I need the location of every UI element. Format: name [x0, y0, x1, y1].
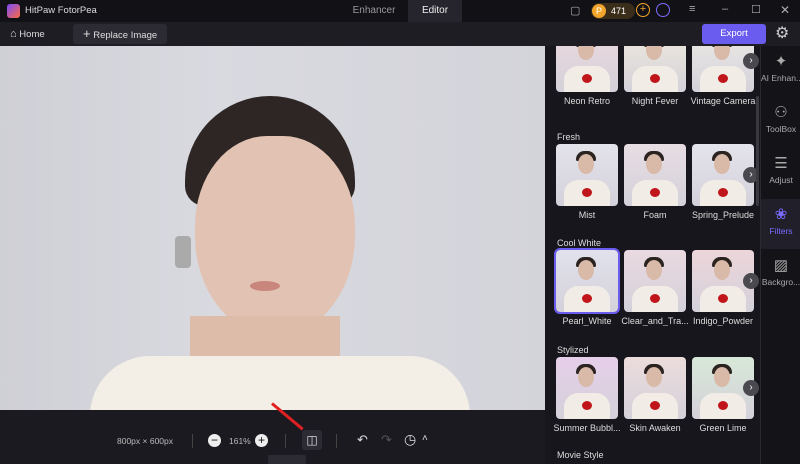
filters-icon: ❀	[774, 206, 788, 223]
app-title: HitPaw FotorPea	[25, 5, 97, 16]
sidebar-item-ai-enhance[interactable]: ✦ AI Enhan...	[761, 46, 800, 96]
home-label: Home	[19, 29, 45, 40]
filters-panel: Neon Retro Night Fever Vintage Camera › Fres…	[545, 46, 760, 464]
section-fresh: Fresh	[557, 132, 581, 142]
sidebar-item-filters[interactable]: ❀ Filters	[761, 199, 800, 249]
filter-label: Foam	[643, 210, 667, 220]
sidebar-item-label: Filters	[769, 226, 793, 236]
filter-thumbnail[interactable]	[556, 46, 618, 92]
sidebar-item-label: AI Enhan...	[761, 73, 800, 83]
coin-icon: P	[592, 4, 606, 18]
filter-label: Indigo_Powder	[692, 316, 754, 326]
panel-scrollbar[interactable]	[756, 96, 759, 206]
sidebar-item-toolbox[interactable]: ⚇ ToolBox	[761, 97, 800, 147]
toolbar: ⌂ Home + Replace Image Export ⚙	[0, 22, 800, 46]
title-bar: HitPaw FotorPea Enhancer Editor ▢ P 471 …	[0, 0, 800, 22]
tab-enhancer[interactable]: Enhancer	[340, 0, 408, 22]
compare-split-view-icon[interactable]: ◫	[302, 430, 322, 450]
maximize-icon[interactable]: ☐	[751, 3, 761, 16]
undo-icon[interactable]: ↶	[357, 432, 368, 448]
chevron-up-icon[interactable]: ˄	[422, 433, 428, 444]
filter-label: Mist	[578, 210, 596, 220]
plus-icon: +	[83, 26, 91, 41]
next-filters-arrow[interactable]: ›	[743, 273, 759, 289]
menu-icon[interactable]: ≡	[689, 3, 695, 15]
replace-image-button[interactable]: + Replace Image	[73, 24, 167, 44]
coins-count: 471	[611, 6, 627, 16]
filter-label: Pearl_White	[562, 316, 612, 326]
export-button[interactable]: Export	[702, 24, 766, 44]
filter-label: Green Lime	[699, 423, 747, 433]
sidebar-item-adjust[interactable]: ☰ Adjust	[761, 148, 800, 198]
right-sidebar: ✦ AI Enhan... ⚇ ToolBox ☰ Adjust ❀ Filters ▨ Back…	[760, 46, 800, 464]
section-cool-white: Cool White	[557, 238, 602, 248]
filter-label: Spring_Prelude	[691, 210, 755, 220]
replace-label: Replace Image	[93, 30, 158, 41]
filter-thumbnail[interactable]	[624, 144, 686, 206]
add-coins-icon[interactable]: +	[636, 3, 650, 17]
filter-thumbnail[interactable]	[554, 248, 620, 314]
toolbox-icon: ⚇	[774, 104, 788, 121]
tooltip-stub	[268, 455, 306, 464]
account-icon[interactable]	[656, 3, 670, 17]
filter-thumbnail[interactable]	[624, 250, 686, 312]
zoom-in-button[interactable]: +	[255, 434, 268, 447]
filter-label: Night Fever	[631, 96, 679, 106]
close-icon[interactable]: ✕	[780, 3, 790, 17]
app-logo-icon	[7, 4, 20, 18]
image-canvas[interactable]	[0, 46, 545, 410]
section-movie-style: Movie Style	[557, 450, 604, 460]
sidebar-item-label: ToolBox	[765, 124, 797, 134]
next-filters-arrow[interactable]: ›	[743, 380, 759, 396]
minimize-icon[interactable]: –	[722, 3, 728, 15]
bottom-bar: 800px × 600px − 161% + ◫ ↶ ↷ ◷ ˄	[0, 402, 545, 464]
filter-label: Vintage Camera	[690, 96, 756, 106]
history-icon[interactable]: ◷	[404, 431, 416, 448]
filter-thumbnail[interactable]	[624, 46, 686, 92]
filter-thumbnail[interactable]	[624, 357, 686, 419]
zoom-level: 161%	[229, 436, 251, 446]
filter-label: Neon Retro	[563, 96, 611, 106]
filter-thumbnail[interactable]	[556, 357, 618, 419]
filter-label: Skin Awaken	[629, 423, 681, 433]
image-dimensions: 800px × 600px	[117, 436, 174, 446]
home-icon: ⌂	[10, 28, 17, 40]
screen-icon[interactable]: ▢	[570, 4, 580, 17]
home-button[interactable]: ⌂ Home	[10, 26, 45, 42]
filter-thumbnail[interactable]	[556, 144, 618, 206]
sidebar-item-background[interactable]: ▨ Backgro...	[761, 250, 800, 300]
zoom-out-button[interactable]: −	[208, 434, 221, 447]
filter-thumbnail[interactable]	[692, 46, 754, 92]
ai-enhance-icon: ✦	[774, 53, 788, 70]
filter-label: Clear_and_Tra...	[621, 316, 689, 326]
sidebar-item-label: Adjust	[769, 175, 793, 185]
redo-icon[interactable]: ↷	[381, 432, 392, 448]
section-stylized: Stylized	[557, 345, 589, 355]
filter-label: Summer Bubbl...	[553, 423, 621, 433]
portrait-photo	[0, 46, 545, 410]
settings-gear-icon[interactable]: ⚙	[775, 23, 789, 43]
sidebar-item-label: Backgro...	[761, 277, 800, 287]
background-icon: ▨	[773, 257, 789, 274]
adjust-icon: ☰	[774, 155, 788, 172]
coins-badge[interactable]: P 471	[591, 3, 635, 19]
next-filters-arrow[interactable]: ›	[743, 53, 759, 69]
tab-editor[interactable]: Editor	[408, 0, 462, 22]
